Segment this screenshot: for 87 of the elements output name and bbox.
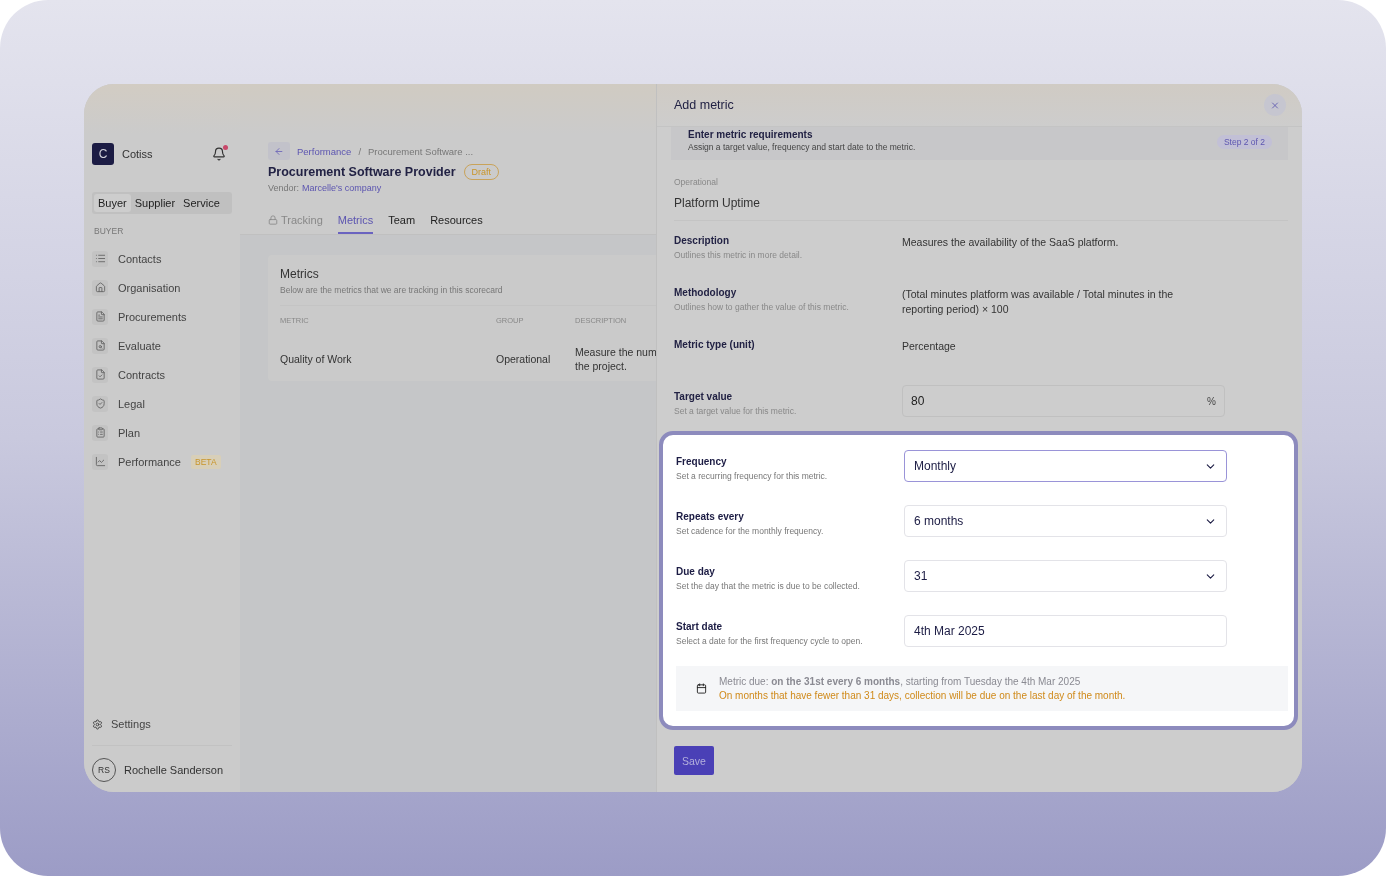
- nav-item[interactable]: Contacts: [92, 244, 232, 273]
- field-label: Methodology: [674, 287, 738, 298]
- metric-name: Platform Uptime: [674, 196, 1288, 221]
- field-hint: Select a date for the first frequency cycle to open.: [676, 636, 864, 646]
- vendor-link[interactable]: Marcelle's company: [302, 183, 382, 193]
- beta-badge: BETA: [191, 454, 221, 469]
- nav-item[interactable]: Procurements: [92, 302, 232, 331]
- breadcrumb-link[interactable]: Performance: [297, 145, 352, 157]
- warning-text: On months that have fewer than 31 days, collection will be due on the last day of the month.: [719, 690, 1126, 701]
- nav-item[interactable]: Plan: [92, 418, 232, 447]
- nav-icon: [92, 366, 108, 383]
- field-value: Measures the availability of the SaaS platform.: [902, 235, 1120, 250]
- nav-icon: [92, 337, 108, 354]
- back-arrow-icon: [274, 145, 284, 157]
- section-heading: BUYER: [93, 226, 125, 236]
- card-title: Metrics: [280, 267, 320, 281]
- date-field[interactable]: 4th Mar 2025: [904, 615, 1227, 647]
- metric-group: Operational: [674, 177, 1302, 187]
- nav-icon: [92, 453, 108, 470]
- drawer-title: Add metric: [674, 98, 734, 112]
- step-badge: Step 2 of 2: [1216, 135, 1272, 149]
- nav-icon: [92, 424, 108, 441]
- breadcrumb-current: Procurement Software ...: [368, 145, 474, 157]
- select-field[interactable]: 6 months: [904, 505, 1227, 537]
- brand-name: Cotiss: [122, 148, 154, 160]
- card-subtitle: Below are the metrics that we are tracking in this scorecard: [280, 285, 504, 295]
- brand-logo: C: [92, 143, 114, 165]
- role-tab[interactable]: Buyer: [94, 194, 131, 212]
- nav-icon: [92, 279, 108, 296]
- settings-label: Settings: [111, 718, 151, 730]
- nav-item[interactable]: Contracts: [92, 360, 232, 389]
- nav-item[interactable]: Performance BETA: [92, 447, 232, 476]
- table-cell-text: Measure the num the project.: [575, 345, 656, 375]
- role-tab[interactable]: Service: [179, 194, 224, 212]
- nav-icon: [92, 308, 108, 325]
- nav-label: Evaluate: [118, 339, 161, 352]
- field-hint: Outlines how to gather the value of this metric.: [674, 302, 850, 312]
- tab[interactable]: Team: [388, 211, 416, 234]
- select-field[interactable]: 31: [904, 560, 1227, 592]
- table-cell-text: Operational: [496, 352, 552, 368]
- step-subtitle: Assign a target value, frequency and start date to the metric.: [688, 142, 916, 152]
- nav-icon: [92, 395, 108, 412]
- tab[interactable]: Resources: [430, 211, 483, 234]
- field-value: (Total minutes platform was available / Total minutes in the reporting period) × 100: [902, 287, 1175, 318]
- nav-icon: [92, 250, 108, 267]
- field-label: Frequency: [676, 456, 728, 467]
- nav-label: Organisation: [118, 281, 181, 294]
- close-button[interactable]: [1264, 94, 1286, 116]
- nav-label: Contacts: [118, 252, 162, 265]
- nav-item[interactable]: Evaluate: [92, 331, 232, 360]
- field-label: Metric type (unit): [674, 339, 756, 350]
- field-label: Repeats every: [676, 511, 745, 522]
- target-input[interactable]: 80 %: [902, 385, 1225, 417]
- field-hint: Set a target value for this metric.: [674, 406, 798, 416]
- bell-icon[interactable]: [212, 147, 226, 161]
- summary-text: Metric due: on the 31st every 6 months, starting from Tuesday the 4th Mar 2025: [719, 676, 1082, 687]
- page-title: Procurement Software Provider: [268, 165, 456, 179]
- field-hint: Outlines this metric in more detail.: [674, 250, 804, 260]
- user-name: Rochelle Sanderson: [124, 764, 224, 776]
- nav-item[interactable]: Organisation: [92, 273, 232, 302]
- save-button[interactable]: Save: [674, 746, 714, 775]
- field-label: Due day: [676, 566, 716, 577]
- field-hint: Set a recurring frequency for this metric.: [676, 471, 829, 481]
- nav-label: Plan: [118, 426, 141, 439]
- step-title: Enter metric requirements: [688, 129, 814, 140]
- settings-icon: [92, 718, 103, 730]
- field-label: Start date: [676, 621, 724, 632]
- nav-label: Performance: [118, 455, 181, 468]
- nav-item[interactable]: Legal: [92, 389, 232, 418]
- breadcrumb-separator: /: [358, 145, 362, 157]
- field-value: Percentage: [902, 339, 957, 354]
- nav-label: Contracts: [118, 368, 166, 381]
- field-label: Description: [674, 235, 730, 246]
- table-cell-text: Quality of Work: [280, 352, 353, 368]
- unit-suffix: %: [1207, 395, 1216, 407]
- calendar-icon: [696, 683, 707, 694]
- role-tab[interactable]: Supplier: [130, 194, 180, 212]
- nav-label: Procurements: [118, 310, 187, 323]
- back-button[interactable]: [268, 142, 290, 160]
- field-hint: Set cadence for the monthly frequency.: [676, 526, 825, 536]
- settings-link[interactable]: Settings: [92, 713, 232, 735]
- lock-icon: [268, 215, 278, 225]
- vendor-label: Vendor:: [268, 183, 300, 193]
- field-label: Target value: [674, 391, 734, 402]
- field-hint: Set the day that the metric is due to be collected.: [676, 581, 861, 591]
- select-field[interactable]: Monthly: [904, 450, 1227, 482]
- nav-label: Legal: [118, 397, 145, 410]
